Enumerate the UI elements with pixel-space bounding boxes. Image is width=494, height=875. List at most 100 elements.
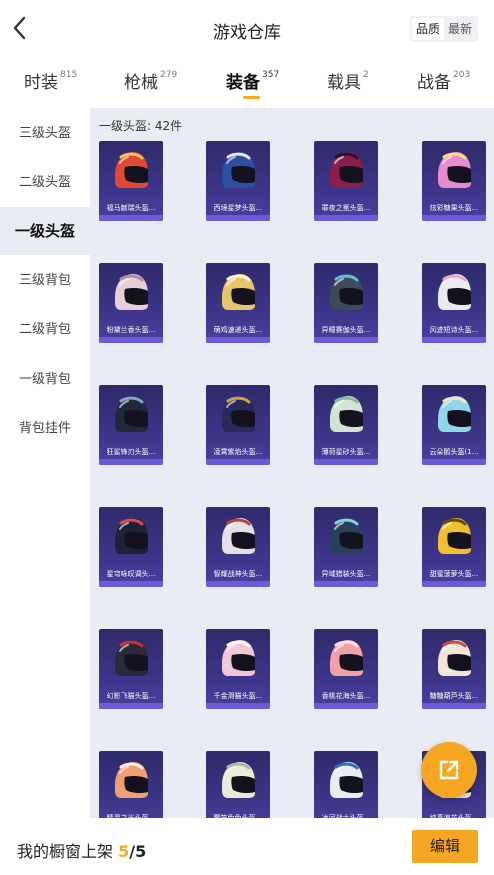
- helmet-icon: [222, 152, 255, 188]
- item-name: 炫彩糖果头盔...: [429, 204, 479, 212]
- helmet-icon: [222, 396, 255, 432]
- item-name: 西境星梦头盔...: [213, 204, 263, 212]
- tab-label: 时装: [24, 73, 58, 93]
- item-name: 甜蜜菠萝头盔...: [429, 570, 479, 578]
- showcase-text: 我的橱窗上架: [17, 842, 114, 861]
- quality-stripe: [314, 703, 378, 709]
- helmet-icon: [222, 762, 255, 798]
- tab-count: 815: [60, 70, 78, 80]
- item-name: 星穹咏叹调头...: [106, 570, 156, 578]
- sidebar-item-helmet-lv2[interactable]: 二级头盔: [0, 173, 90, 193]
- item-name: 萌鸡速递头盔...: [213, 326, 263, 334]
- item-name: 风迹短诗头盔...: [429, 326, 479, 334]
- helmet-icon: [115, 640, 148, 676]
- item-card[interactable]: 星穹咏叹调头...: [99, 507, 163, 587]
- helmet-icon: [222, 640, 255, 676]
- top-bar: 游戏仓库 品质 最新: [0, 0, 494, 58]
- item-name: 云朵鹅头盔(1...: [429, 448, 479, 456]
- helmet-icon: [438, 274, 471, 310]
- sidebar-item-helmet-lv1[interactable]: 一级头盔: [0, 207, 90, 255]
- item-name: 幻影飞猫头盔...: [106, 692, 156, 700]
- item-card[interactable]: 炫彩糖果头盔...: [422, 141, 486, 221]
- item-card[interactable]: 千金滑猫头盔...: [206, 629, 270, 709]
- item-card[interactable]: 警笛兔兔头盔...: [206, 751, 270, 818]
- item-card[interactable]: 糖糖葫芦头盔...: [422, 629, 486, 709]
- tab-count: 279: [160, 70, 178, 80]
- sort-option-quality[interactable]: 品质: [411, 18, 444, 40]
- quality-stripe: [206, 581, 270, 587]
- quality-stripe: [99, 459, 163, 465]
- tab-label: 载具: [327, 73, 361, 93]
- item-card[interactable]: 福马献瑞头盔...: [99, 141, 163, 221]
- item-card[interactable]: 香桃花海头盔...: [314, 629, 378, 709]
- item-card[interactable]: 凌霄紫焰头盔...: [206, 385, 270, 465]
- item-card[interactable]: 异域猎装头盔...: [314, 507, 378, 587]
- quality-stripe: [422, 215, 486, 221]
- item-card[interactable]: 冰河战士头盔...: [314, 751, 378, 818]
- group-title: 一级头盔: 42件: [99, 119, 183, 133]
- item-name: 凌霄紫焰头盔...: [213, 448, 263, 456]
- sidebar-item-backpack-lv2[interactable]: 二级背包: [0, 320, 90, 340]
- item-name: 香桃花海头盔...: [321, 692, 371, 700]
- active-tab-indicator: [243, 96, 260, 99]
- sidebar-item-backpack-charm[interactable]: 背包挂件: [0, 419, 90, 439]
- quality-stripe: [206, 459, 270, 465]
- quality-stripe: [422, 581, 486, 587]
- helmet-icon: [222, 274, 255, 310]
- quality-stripe: [422, 459, 486, 465]
- helmet-icon: [330, 518, 363, 554]
- item-name: 千金滑猫头盔...: [213, 692, 263, 700]
- item-card[interactable]: 西境星梦头盔...: [206, 141, 270, 221]
- tab-label: 战备: [417, 73, 451, 93]
- item-card[interactable]: 云朵鹅头盔(1...: [422, 385, 486, 465]
- item-card[interactable]: 幻影飞猫头盔...: [99, 629, 163, 709]
- quality-stripe: [206, 215, 270, 221]
- item-name: 福马献瑞头盔...: [106, 204, 156, 212]
- item-card[interactable]: 异瞳赛伽头盔...: [314, 263, 378, 343]
- item-card[interactable]: 精灵之光头盔...: [99, 751, 163, 818]
- tab-label: 枪械: [124, 73, 158, 93]
- sidebar-item-backpack-lv1[interactable]: 一级背包: [0, 370, 90, 390]
- item-card[interactable]: 萌鸡速递头盔...: [206, 263, 270, 343]
- helmet-icon: [330, 274, 363, 310]
- sidebar-item-backpack-lv3[interactable]: 三级背包: [0, 271, 90, 291]
- item-card[interactable]: 智耀战神头盔...: [206, 507, 270, 587]
- share-external-icon: [439, 760, 459, 780]
- helmet-icon: [330, 640, 363, 676]
- tab-weapons[interactable]: 枪械 279: [124, 68, 177, 93]
- sort-option-newest[interactable]: 最新: [444, 18, 476, 40]
- item-card[interactable]: 风迹短诗头盔...: [422, 263, 486, 343]
- quality-stripe: [99, 703, 163, 709]
- helmet-icon: [115, 518, 148, 554]
- tab-label: 装备: [226, 73, 260, 93]
- item-card[interactable]: 粉黛兰香头盔...: [99, 263, 163, 343]
- showcase-total: /5: [129, 842, 147, 861]
- quality-stripe: [99, 337, 163, 343]
- tab-count: 2: [363, 70, 369, 80]
- showcase-label: 我的橱窗上架 5/5: [17, 838, 146, 862]
- helmet-icon: [115, 762, 148, 798]
- tab-supplies[interactable]: 战备 203: [417, 68, 470, 93]
- item-card[interactable]: 罪夜之冕头盔...: [314, 141, 378, 221]
- category-tabs: 时装 815 枪械 279 装备 357 载具 2 战备 203: [0, 62, 494, 104]
- helmet-icon: [115, 396, 148, 432]
- showcase-bar: 我的橱窗上架 5/5 编辑: [0, 818, 494, 875]
- item-card[interactable]: 薄荷星砂头盔...: [314, 385, 378, 465]
- helmet-icon: [438, 152, 471, 188]
- item-name: 薄荷星砂头盔...: [321, 448, 371, 456]
- tab-fashion[interactable]: 时装 815: [24, 68, 77, 93]
- share-button[interactable]: [421, 742, 477, 798]
- sidebar-item-helmet-lv3[interactable]: 三级头盔: [0, 124, 90, 144]
- helmet-icon: [330, 762, 363, 798]
- item-card[interactable]: 甜蜜菠萝头盔...: [422, 507, 486, 587]
- tab-count: 203: [453, 70, 471, 80]
- helmet-icon: [438, 396, 471, 432]
- quality-stripe: [314, 215, 378, 221]
- item-card[interactable]: 狂鲨锋刃头盔...: [99, 385, 163, 465]
- sidebar: 三级头盔 二级头盔 一级头盔 三级背包 二级背包 一级背包 背包挂件: [0, 108, 90, 818]
- item-name: 智耀战神头盔...: [213, 570, 263, 578]
- edit-button[interactable]: 编辑: [412, 830, 478, 863]
- tab-equipment[interactable]: 装备 357: [226, 68, 279, 93]
- item-name: 糖糖葫芦头盔...: [429, 692, 479, 700]
- tab-vehicles[interactable]: 载具 2: [327, 68, 369, 93]
